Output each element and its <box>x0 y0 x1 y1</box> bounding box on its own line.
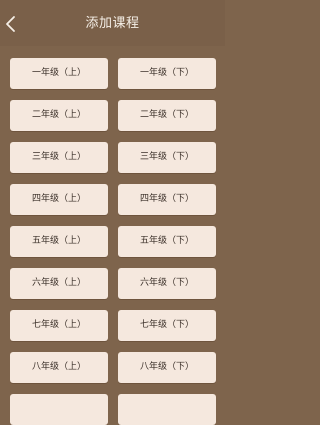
course-grade2-first-button[interactable]: 二年级（上） <box>10 100 108 131</box>
course-grade5-second-button[interactable]: 五年级（下） <box>118 226 216 257</box>
course-grade6-first-button[interactable]: 六年级（上） <box>10 268 108 299</box>
course-grade4-second-button[interactable]: 四年级（下） <box>118 184 216 215</box>
course-grid: 一年级（上） 一年级（下） 二年级（上） 二年级（下） 三年级（上） 三年级（下… <box>0 0 225 425</box>
course-grade1-first-button[interactable]: 一年级（上） <box>10 58 108 89</box>
course-grade8-first-button[interactable]: 八年级（上） <box>10 352 108 383</box>
course-partial-button[interactable] <box>118 394 216 425</box>
course-grade3-second-button[interactable]: 三年级（下） <box>118 142 216 173</box>
course-grade2-second-button[interactable]: 二年级（下） <box>118 100 216 131</box>
course-grade8-second-button[interactable]: 八年级（下） <box>118 352 216 383</box>
course-grade7-first-button[interactable]: 七年级（上） <box>10 310 108 341</box>
course-partial-button[interactable] <box>10 394 108 425</box>
course-grade3-first-button[interactable]: 三年级（上） <box>10 142 108 173</box>
course-grade5-first-button[interactable]: 五年级（上） <box>10 226 108 257</box>
course-grade7-second-button[interactable]: 七年级（下） <box>118 310 216 341</box>
course-grade4-first-button[interactable]: 四年级（上） <box>10 184 108 215</box>
course-grade1-second-button[interactable]: 一年级（下） <box>118 58 216 89</box>
course-grade6-second-button[interactable]: 六年级（下） <box>118 268 216 299</box>
